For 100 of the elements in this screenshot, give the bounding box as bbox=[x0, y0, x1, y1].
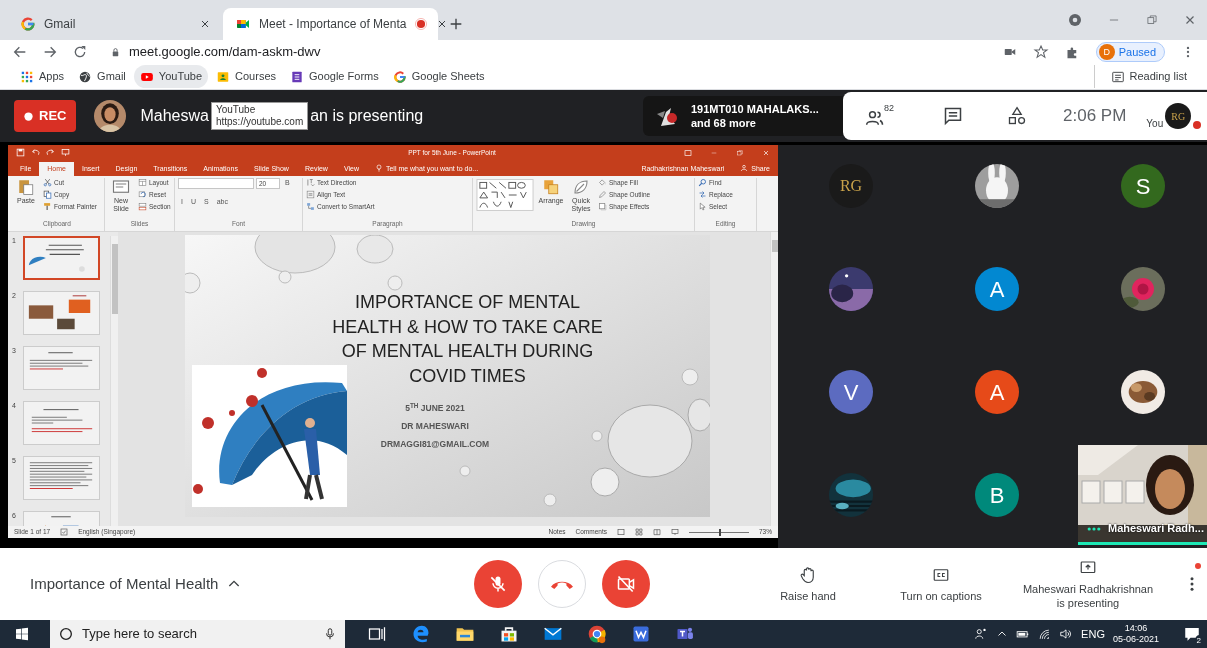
participant-avatar: RG bbox=[829, 164, 873, 208]
self-label: You bbox=[1146, 116, 1164, 131]
presenting-button[interactable]: Maheswari Radhakrishnan is presenting bbox=[1013, 558, 1163, 610]
star-icon[interactable] bbox=[1032, 44, 1049, 60]
participant-avatar: A bbox=[975, 370, 1019, 414]
participants-button[interactable]: 82 bbox=[865, 104, 897, 128]
bookmark[interactable]: Courses bbox=[210, 65, 282, 88]
language-indicator[interactable]: ENG bbox=[1081, 625, 1105, 643]
reload-icon[interactable] bbox=[72, 44, 88, 60]
tooltip-url: https://youtube.com bbox=[215, 116, 304, 128]
lightbulb-icon bbox=[374, 164, 383, 172]
phone-icon bbox=[551, 579, 573, 589]
dropdown-field[interactable] bbox=[178, 178, 254, 189]
windows-icon[interactable] bbox=[14, 626, 30, 642]
book-view-icon[interactable] bbox=[653, 528, 661, 536]
chat-icon[interactable] bbox=[943, 106, 963, 126]
search-bar[interactable]: Type here to search bbox=[50, 620, 345, 648]
arrange-icon bbox=[542, 178, 560, 196]
participant-avatar: A bbox=[975, 267, 1019, 311]
cursor-icon bbox=[698, 202, 707, 211]
reset-icon bbox=[138, 190, 147, 199]
google-g-icon bbox=[392, 69, 407, 84]
align-text-icon bbox=[306, 190, 315, 199]
clock[interactable]: 14:06 05-06-2021 bbox=[1112, 623, 1159, 645]
url-text[interactable]: meet.google.com/dam-askm-dwv bbox=[129, 42, 321, 62]
bookmark[interactable]: Apps bbox=[14, 65, 71, 88]
slide-icon bbox=[112, 178, 130, 196]
slide-thumbnail[interactable] bbox=[23, 401, 100, 445]
bookmark[interactable]: Gmail bbox=[72, 65, 132, 88]
quick-styles-icon bbox=[572, 178, 590, 196]
profile-chip[interactable]: D Paused bbox=[1095, 41, 1165, 63]
new-tab-icon[interactable] bbox=[448, 16, 464, 32]
search-icon bbox=[58, 626, 74, 642]
raise-hand-button[interactable]: Raise hand bbox=[768, 565, 848, 603]
section-icon bbox=[138, 202, 147, 211]
pen-icon bbox=[598, 190, 607, 199]
restore-icon[interactable] bbox=[1145, 13, 1159, 27]
presenter-text: Maheswa bbox=[140, 106, 209, 126]
slide-thumbnail[interactable] bbox=[23, 291, 100, 335]
camera-off-icon bbox=[616, 574, 636, 594]
paint-bucket-icon bbox=[598, 178, 607, 187]
save-icon[interactable] bbox=[16, 148, 25, 157]
scrollbar[interactable] bbox=[770, 232, 778, 526]
people-icon bbox=[865, 108, 885, 128]
grid-view-icon[interactable] bbox=[635, 528, 643, 536]
smartart-icon bbox=[306, 202, 315, 211]
activities-icon[interactable] bbox=[1007, 106, 1027, 126]
leave-call-button[interactable] bbox=[538, 560, 586, 608]
account-icon bbox=[1067, 12, 1083, 28]
bookmark[interactable]: Google Sheets bbox=[386, 65, 491, 88]
search-icon bbox=[698, 178, 707, 187]
brush-icon bbox=[43, 202, 52, 211]
undo-icon[interactable] bbox=[31, 148, 40, 157]
browser-icon[interactable] bbox=[587, 624, 607, 644]
camera-button[interactable] bbox=[602, 560, 650, 608]
google-g-icon bbox=[20, 16, 36, 32]
browser-tab[interactable]: Gmail bbox=[8, 8, 223, 40]
slideshow-icon[interactable] bbox=[61, 148, 70, 157]
person-board-icon bbox=[216, 69, 231, 84]
microphone-icon bbox=[323, 627, 337, 641]
pinned-participant[interactable]: 191MT010 MAHALAKS... and 68 more bbox=[643, 96, 843, 136]
search-field[interactable]: Type here to search bbox=[82, 624, 315, 644]
presenter-view-icon[interactable] bbox=[671, 528, 679, 536]
shapes-gallery-icon[interactable] bbox=[476, 178, 534, 212]
reading-list-button[interactable]: Reading list bbox=[1104, 65, 1193, 88]
globe-icon bbox=[78, 69, 93, 84]
forward-icon[interactable] bbox=[42, 44, 58, 60]
form-icon bbox=[290, 69, 304, 84]
record-button[interactable]: REC bbox=[14, 100, 77, 132]
lock-icon bbox=[110, 46, 121, 58]
restore-icon[interactable] bbox=[736, 148, 744, 157]
notification-dot bbox=[1195, 563, 1201, 569]
participant-name: Maheswari Radh... bbox=[1108, 520, 1204, 536]
bookmark[interactable]: Google Forms bbox=[284, 65, 385, 88]
hand-icon bbox=[799, 565, 817, 584]
back-icon[interactable] bbox=[12, 44, 28, 60]
notifications-button[interactable]: 2 bbox=[1183, 625, 1201, 643]
person-icon bbox=[740, 164, 749, 172]
task-view-icon[interactable] bbox=[367, 624, 387, 644]
person-icon[interactable] bbox=[974, 627, 989, 641]
list-icon bbox=[1110, 69, 1125, 84]
redo-icon[interactable] bbox=[46, 148, 55, 157]
shopping-bag-icon[interactable] bbox=[499, 624, 519, 644]
microphone-off-icon bbox=[488, 574, 508, 594]
slide-thumbnail[interactable] bbox=[23, 346, 100, 390]
replace-icon bbox=[698, 190, 707, 199]
close-icon[interactable] bbox=[199, 18, 211, 30]
ribbon-display-icon[interactable] bbox=[684, 148, 692, 157]
bookmark[interactable]: YouTube bbox=[133, 65, 209, 88]
slide-thumbnail[interactable] bbox=[23, 456, 100, 500]
captions-button[interactable]: Turn on captions bbox=[886, 565, 996, 603]
proofing-icon bbox=[60, 528, 69, 536]
wifi-icon bbox=[1038, 627, 1052, 641]
app-icon[interactable] bbox=[631, 624, 651, 644]
layout-icon bbox=[138, 178, 147, 187]
normal-view-icon[interactable] bbox=[617, 528, 625, 536]
record-dot-icon bbox=[24, 111, 33, 121]
slide-thumbnail[interactable] bbox=[23, 236, 100, 280]
microphone-button[interactable] bbox=[474, 560, 522, 608]
self-avatar: RG bbox=[1165, 103, 1192, 129]
